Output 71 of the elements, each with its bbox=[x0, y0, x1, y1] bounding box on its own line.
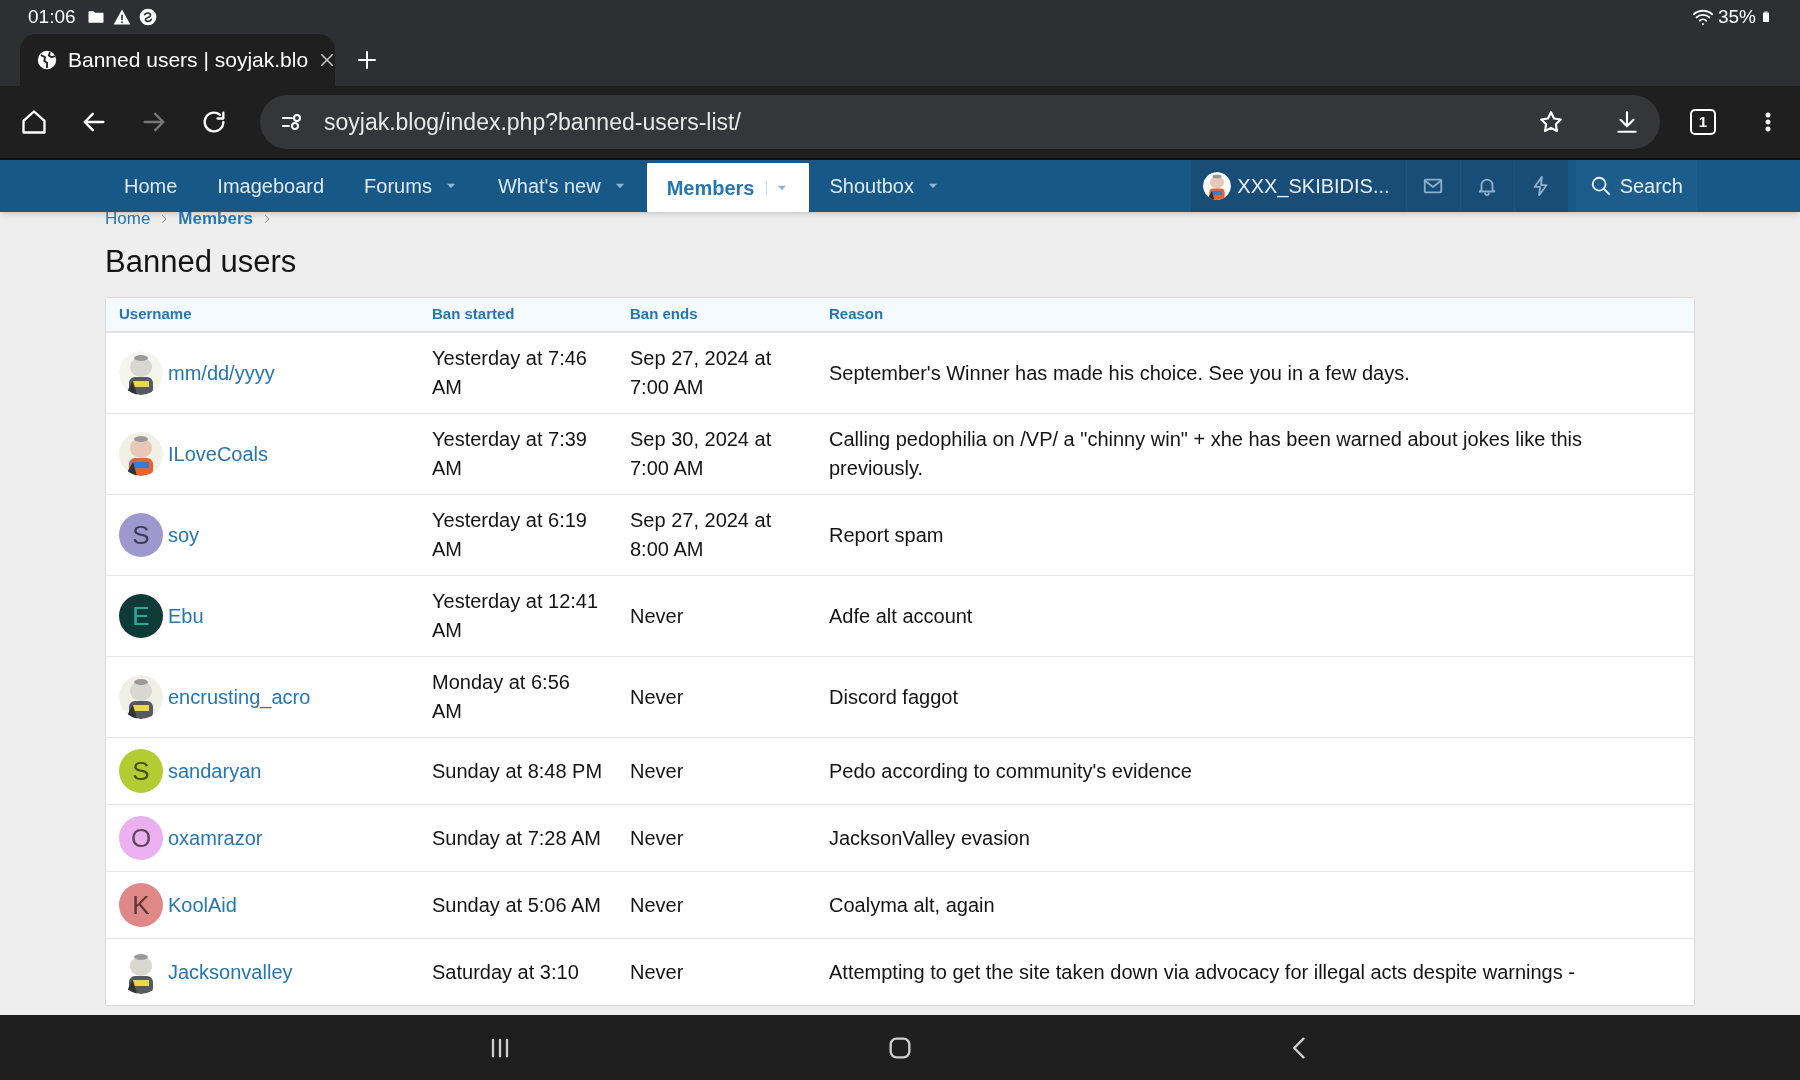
download-icon[interactable] bbox=[1614, 109, 1640, 135]
tab-title: Banned users | soyjak.blo bbox=[68, 47, 309, 74]
battery-percent: 35% bbox=[1717, 4, 1756, 29]
column-header: Username bbox=[106, 298, 419, 332]
nav-tab[interactable]: What's new bbox=[477, 160, 647, 212]
column-header: Ban ends bbox=[617, 298, 816, 332]
column-header: Reason bbox=[816, 298, 1694, 332]
ban-end-date: Never bbox=[630, 826, 684, 849]
username-link[interactable]: oxamrazor bbox=[168, 823, 263, 853]
ban-end-date: Sep 27, 2024 at 7:00 AM bbox=[630, 347, 772, 398]
ban-start-date: Sunday at 7:28 AM bbox=[432, 826, 601, 849]
ban-start-date: Saturday at 3:10 bbox=[432, 960, 579, 983]
nav-tab[interactable]: Forums bbox=[344, 160, 478, 212]
account-menu[interactable]: XXX_SKIBIDIS... bbox=[1191, 160, 1406, 212]
ban-reason: Report spam bbox=[829, 523, 944, 546]
ban-start-date: Yesterday at 6:19 AM bbox=[432, 509, 587, 560]
username-link[interactable]: mm/dd/yyyy bbox=[168, 358, 275, 388]
avatar[interactable]: S bbox=[119, 749, 163, 793]
username-link[interactable]: KoolAid bbox=[168, 890, 237, 920]
ban-end-date: Never bbox=[630, 893, 684, 916]
breadcrumb-link[interactable]: Home bbox=[105, 212, 151, 228]
username-link[interactable]: Jacksonvalley bbox=[168, 957, 293, 987]
avatar[interactable]: K bbox=[119, 883, 163, 927]
ban-start-date: Monday at 6:56 AM bbox=[432, 671, 570, 722]
page-title: Banned users bbox=[105, 244, 298, 280]
globe-icon bbox=[36, 49, 58, 71]
ban-start-date: Yesterday at 12:41 AM bbox=[432, 590, 599, 641]
ban-reason: September's Winner has made his choice. See you in a few days. bbox=[829, 361, 1410, 384]
ban-start-date: Yesterday at 7:46 AM bbox=[432, 347, 587, 398]
ban-reason: Attempting to get the site taken down via advocacy for illegal acts despite warnings - bbox=[829, 960, 1575, 983]
avatar[interactable]: S bbox=[119, 513, 163, 557]
username-link[interactable]: encrusting_acro bbox=[168, 682, 311, 712]
ban-reason: Coalyma alt, again bbox=[829, 893, 995, 916]
username-link[interactable]: sandaryan bbox=[168, 756, 262, 786]
ban-end-date: Sep 30, 2024 at 7:00 AM bbox=[630, 428, 772, 479]
search-button[interactable]: Search bbox=[1575, 160, 1697, 212]
new-tab-icon[interactable] bbox=[355, 48, 379, 72]
username-link[interactable]: ILoveCoals bbox=[168, 439, 269, 469]
ban-start-date: Sunday at 5:06 AM bbox=[432, 893, 601, 916]
ban-start-date: Yesterday at 7:39 AM bbox=[432, 428, 587, 479]
ban-start-date: Sunday at 8:48 PM bbox=[432, 759, 603, 782]
ban-reason: Calling pedophilia on /VP/ a "chinny win" + xhe has been warned about jokes like this previously. bbox=[829, 428, 1582, 479]
warning-icon bbox=[111, 7, 132, 27]
nav-tab[interactable]: Shoutbox bbox=[809, 160, 960, 212]
nav-tab[interactable]: Members bbox=[646, 163, 810, 212]
ban-end-date: Never bbox=[630, 685, 684, 708]
search-icon bbox=[1589, 175, 1612, 197]
username-link[interactable]: soy bbox=[168, 520, 200, 550]
ban-end-date: Never bbox=[630, 960, 684, 983]
ban-reason: Pedo according to community's evidence bbox=[829, 759, 1192, 782]
ban-reason: Discord faggot bbox=[829, 685, 958, 708]
address-bar[interactable]: soyjak.blog/index.php?banned-users-list/ bbox=[260, 95, 1660, 149]
url-text: soyjak.blog/index.php?banned-users-list/ bbox=[324, 107, 742, 137]
home-icon[interactable] bbox=[20, 108, 48, 136]
username-link[interactable]: Ebu bbox=[168, 601, 204, 631]
browser-tab[interactable]: Banned users | soyjak.blo bbox=[20, 34, 335, 86]
avatar[interactable]: E bbox=[119, 594, 163, 638]
breadcrumb-link[interactable]: Members bbox=[178, 212, 253, 228]
nav-tab[interactable]: Imageboard bbox=[197, 160, 345, 212]
column-header: Ban started bbox=[419, 298, 617, 332]
status-time: 01:06 bbox=[28, 4, 76, 29]
ban-reason: JacksonValley evasion bbox=[829, 826, 1030, 849]
nav-tab[interactable]: Home bbox=[104, 160, 198, 212]
avatar[interactable]: O bbox=[119, 816, 163, 860]
ban-end-date: Never bbox=[630, 759, 684, 782]
swirl-icon bbox=[137, 7, 158, 27]
ban-end-date: Sep 27, 2024 at 8:00 AM bbox=[630, 509, 772, 560]
ban-reason: Adfe alt account bbox=[829, 604, 973, 627]
star-icon[interactable] bbox=[1538, 109, 1564, 135]
ban-end-date: Never bbox=[630, 604, 684, 627]
tab-count-button[interactable]: 1 bbox=[1690, 109, 1716, 135]
